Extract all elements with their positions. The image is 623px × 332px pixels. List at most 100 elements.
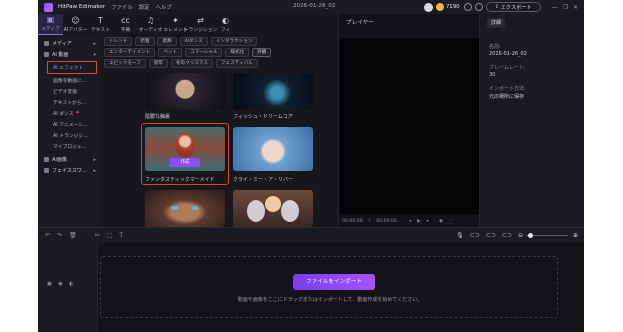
crop-icon[interactable]: ⬚ <box>107 232 113 239</box>
coin-icon <box>435 3 444 11</box>
menu-help[interactable]: ヘルプ <box>156 3 172 11</box>
tag-appearance[interactable]: 外観 <box>252 48 272 57</box>
chevron-down-icon: ▾ <box>93 51 96 58</box>
mic-icon[interactable]: 🎙 <box>456 232 464 239</box>
hot-icon: ♦ <box>75 111 80 116</box>
effect-thumbnail[interactable] <box>233 190 313 227</box>
effect-thumbnail[interactable] <box>145 190 225 227</box>
tab-transitions[interactable]: ⇄ トランジション <box>184 14 218 35</box>
tag-festival[interactable]: フェスティバル <box>215 59 258 68</box>
effects-panel: トレンド 新着 歌舞 AIダンス インタラクション エンターテイメント ペット … <box>100 35 340 227</box>
tab-label: AIアバター <box>63 28 88 33</box>
text-tool-icon[interactable]: T <box>119 232 123 239</box>
tag-commercial[interactable]: コマーシャル <box>185 48 223 57</box>
tag-interaction[interactable]: インタラクション <box>210 37 258 46</box>
sidebar-section-media[interactable]: メディア ▸ <box>38 38 100 49</box>
zoom-out-icon[interactable]: ⊖ <box>518 232 523 239</box>
tab-media[interactable]: ▣ メディア <box>38 14 63 35</box>
tag-ai-dance[interactable]: AIダンス <box>179 37 208 46</box>
tab-ai-avatar[interactable]: ☺ AIアバター <box>63 14 88 35</box>
notification-icon[interactable] <box>474 3 483 11</box>
tag-epic-morph[interactable]: エピックモーフ <box>104 59 146 68</box>
tag-new[interactable]: 新着 <box>135 37 155 46</box>
tab-text[interactable]: T テキスト <box>88 14 113 35</box>
snap-icon[interactable]: ⊂⊃ <box>502 232 512 239</box>
sidebar-item-video-convert[interactable]: ビデオ変換 <box>38 86 100 97</box>
sidebar-section-ai-image[interactable]: AI画像 ▸ <box>38 154 100 165</box>
sidebar-section-label: AI画像 <box>52 157 67 163</box>
import-files-button[interactable]: ファイルをインポート <box>293 274 375 290</box>
create-button[interactable]: 作成 <box>170 158 200 167</box>
wing-right <box>281 200 299 222</box>
export-button[interactable]: ⇪ エクスポート <box>485 2 541 12</box>
tab-details[interactable]: 詳細 <box>487 18 506 28</box>
tag-stylized[interactable]: 様式化 <box>225 48 250 57</box>
track-visibility-icon[interactable]: ◉ <box>58 281 62 287</box>
delete-icon[interactable]: 🗑 <box>69 232 77 239</box>
sidebar-item-ai-animation[interactable]: AI アニメーシ... <box>38 119 100 130</box>
coin-count: 7190 <box>445 4 460 10</box>
zoom-slider-knob[interactable] <box>527 232 533 238</box>
effect-thumbnail[interactable] <box>233 73 313 109</box>
undo-icon[interactable]: ↶ <box>45 232 50 239</box>
main-toolbar: ▣ メディア ☺ AIアバター T テキスト cc 字幕 ♫ オーディオ ✦ エ… <box>38 14 300 35</box>
track-lock-icon[interactable]: ▣ <box>47 281 52 287</box>
redo-icon[interactable]: ↷ <box>57 232 62 239</box>
menu-file[interactable]: ファイル <box>111 3 133 11</box>
track-mute-icon[interactable]: ◐ <box>69 281 73 287</box>
chevron-right-icon: ▸ <box>93 167 96 174</box>
tab-audio[interactable]: ♫ オーディオ <box>138 14 163 35</box>
timeline-toolbar: ↶ ↷ 🗑 ✂ ⬚ T 🎙 ⊂⊃ ⊂⊃ ⊂⊃ ⊖ ⊕ <box>38 227 584 243</box>
link-icon[interactable]: ⊂⊃ <box>486 232 496 239</box>
close-button[interactable]: ✕ <box>573 4 578 11</box>
tab-label: オーディオ <box>138 28 163 33</box>
magnet-icon[interactable]: ⊂⊃ <box>470 232 480 239</box>
effect-label: ファンタスティックマーメイド <box>145 177 215 183</box>
mermaid-figure <box>176 133 194 157</box>
effect-thumbnail[interactable] <box>145 73 225 109</box>
zoom-slider[interactable] <box>525 232 568 238</box>
volume-icon[interactable]: ◉ <box>439 219 443 224</box>
maximize-button[interactable]: ❐ <box>563 4 568 11</box>
tag-song-dance[interactable]: 歌舞 <box>157 37 177 46</box>
sidebar-item-ai-dance[interactable]: AI ダンス ♦ <box>38 108 100 119</box>
zoom-in-icon[interactable]: ⊕ <box>573 232 578 239</box>
chevron-right-icon: ▸ <box>93 156 96 163</box>
sparkle-icon: ✦ <box>172 16 179 25</box>
minimize-button[interactable]: — <box>552 4 558 11</box>
sidebar-item-ai-effect[interactable]: AI エフェクト <box>47 61 97 74</box>
tag-winter-christmas[interactable]: 冬のクリスマス <box>170 59 213 68</box>
sidebar-item-ai-transition[interactable]: AI トランジシ... <box>38 130 100 141</box>
effect-thumbnail[interactable] <box>233 127 313 171</box>
prev-frame-icon[interactable]: ◂ <box>409 219 411 224</box>
sidebar-item-image-to-video[interactable]: 画像を動画に... <box>38 75 100 86</box>
next-frame-icon[interactable]: ▸ <box>427 219 429 224</box>
eye-left <box>171 206 179 210</box>
sidebar-section-label: メディア <box>52 41 72 47</box>
fullscreen-icon[interactable]: ⛶ <box>449 219 452 225</box>
sidebar-section-face-swap[interactable]: フェイススワ... ▸ <box>38 165 100 176</box>
tab-filters[interactable]: ◐ フィ <box>213 14 238 35</box>
avatar[interactable] <box>423 2 433 12</box>
menu-settings[interactable]: 設定 <box>139 3 150 11</box>
tab-label: 字幕 <box>120 28 131 33</box>
tag-entertainment[interactable]: エンターテイメント <box>104 48 156 57</box>
tag-pet[interactable]: ペット <box>158 48 183 57</box>
sidebar-item-label: AI ダンス <box>53 112 74 117</box>
player-screen[interactable] <box>339 38 480 214</box>
track-header: ▣ ◉ ◐ <box>38 243 98 332</box>
tag-new-year[interactable]: 新年 <box>148 59 169 68</box>
text-icon: T <box>98 16 103 25</box>
sidebar-section-ai-video[interactable]: AI 動画 ▾ <box>38 49 100 60</box>
sidebar-item-text-to-video[interactable]: テキストから... <box>38 97 100 108</box>
media-drop-zone[interactable]: ファイルをインポート 動画や画像をここにドラッグまたはインポートして、動画作成を… <box>100 256 558 318</box>
tag-trend[interactable]: トレンド <box>104 37 133 46</box>
split-icon[interactable]: ✂ <box>95 232 100 239</box>
sidebar-item-my-projects[interactable]: マイプロジェ... <box>38 141 100 152</box>
category-tags: トレンド 新着 歌舞 AIダンス インタラクション エンターテイメント ペット … <box>104 37 336 70</box>
tab-subtitles[interactable]: cc 字幕 <box>113 14 138 35</box>
ai-video-icon <box>44 52 49 57</box>
import-method-label: インポート方法: <box>489 86 526 92</box>
play-icon[interactable]: ▶ <box>417 219 421 224</box>
gift-icon[interactable] <box>463 3 472 11</box>
